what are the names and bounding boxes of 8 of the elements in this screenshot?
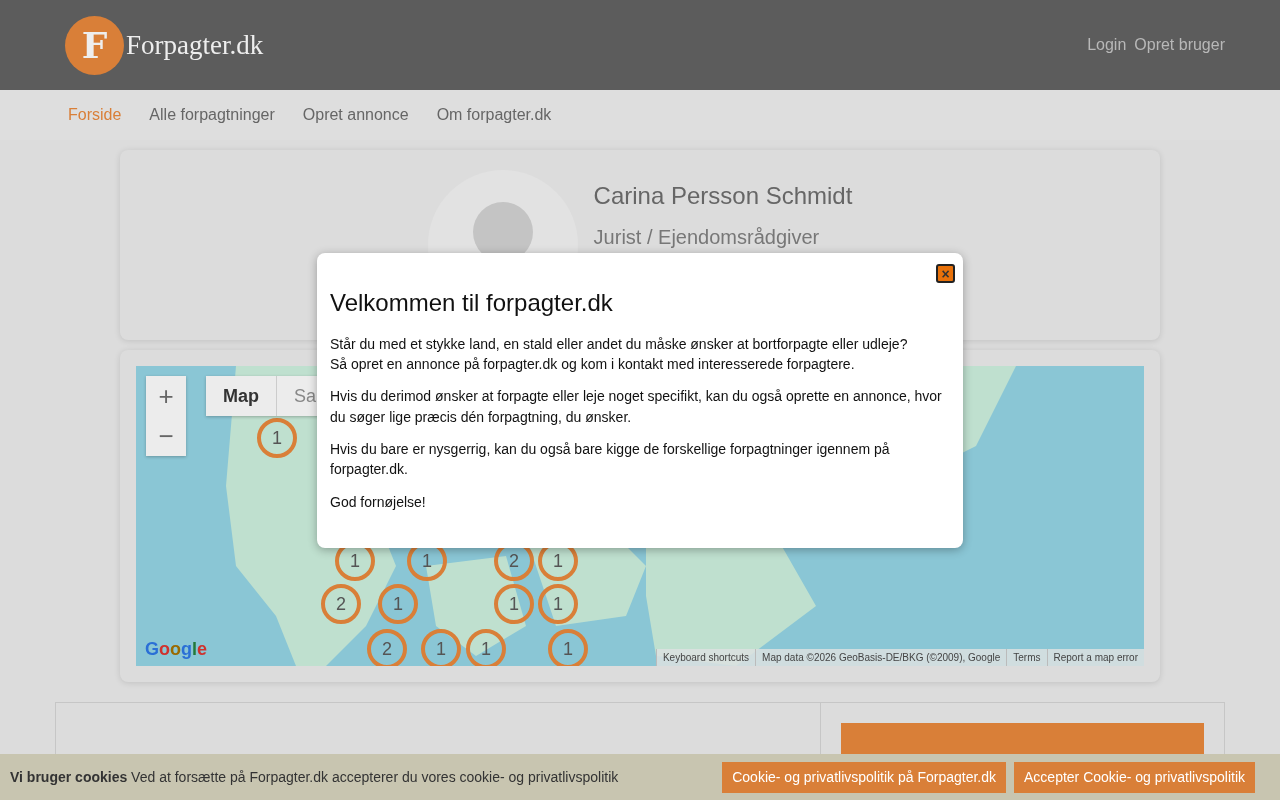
dialog-title: Velkommen til forpagter.dk <box>330 289 614 318</box>
profile-name: Carina Persson Schmidt <box>593 181 853 211</box>
profile-title: Jurist / Ejendomsrådgiver <box>593 225 821 250</box>
dialog-paragraph: Hvis du bare er nysgerrig, kan du også bare kigge de forskellige forpagtninger igennem på forpagter.dk. <box>330 440 891 480</box>
cookie-message: Vi bruger cookies Ved at forsætte på Forpagter.dk accepterer du vores cookie- og privatlivspolitik <box>10 767 619 787</box>
dialog-paragraph: God fornøjelse! <box>330 492 427 512</box>
google-logo: Google <box>145 638 208 661</box>
dialog-paragraph: Står du med et stykke land, en stald eller andet du måske ønsker at bortforpagte eller udleje? Så opret en annonce på forpagter.dk og kom i kontakt med interesserede forpagtere. <box>330 334 909 375</box>
